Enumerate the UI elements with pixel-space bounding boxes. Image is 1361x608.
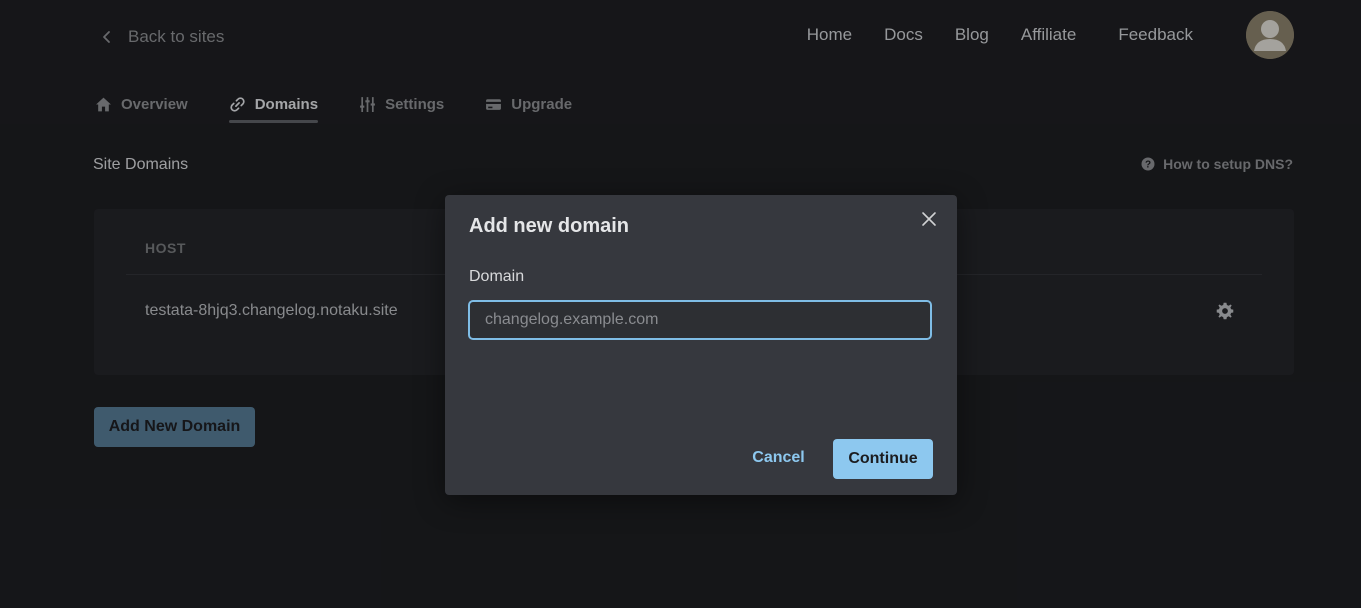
add-domain-modal: Add new domain Domain Cancel Continue [445,195,957,495]
continue-button[interactable]: Continue [833,439,933,479]
close-icon[interactable] [920,210,938,228]
modal-title: Add new domain [469,215,629,237]
domain-field-label: Domain [469,268,525,285]
domain-input[interactable] [468,300,932,340]
cancel-button[interactable]: Cancel [742,439,815,477]
